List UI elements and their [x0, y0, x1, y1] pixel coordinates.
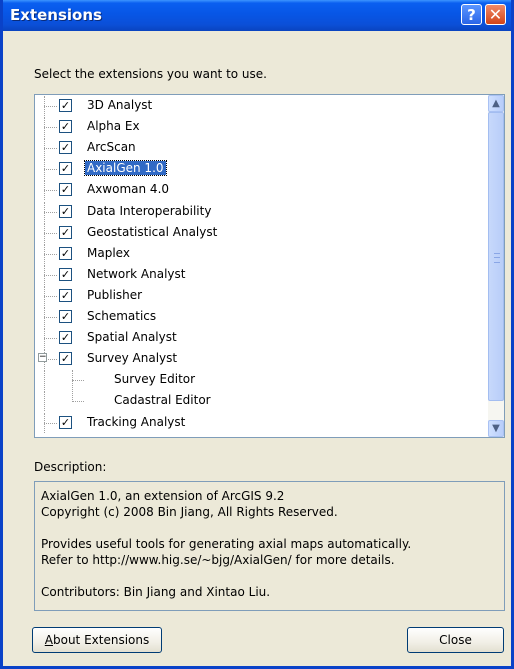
extension-label: Schematics: [87, 309, 157, 323]
extension-checkbox[interactable]: ✓: [59, 267, 72, 281]
extension-label: ArcScan: [87, 140, 136, 155]
scroll-down-icon[interactable]: ▼: [488, 420, 504, 437]
tree-line: [44, 232, 57, 234]
tree-line: [44, 317, 57, 318]
help-icon[interactable]: ?: [461, 4, 482, 25]
extension-label: Tracking Analyst: [87, 414, 186, 429]
extension-label: Network Analyst: [87, 266, 186, 281]
extension-checkbox[interactable]: ✓: [59, 141, 72, 155]
list-item[interactable]: ✓ Publisher: [35, 285, 495, 306]
tree-line: [44, 169, 57, 171]
tree-line: [44, 422, 57, 424]
extension-checkbox[interactable]: ✓: [59, 415, 72, 429]
extension-checkbox[interactable]: ✓: [59, 99, 72, 112]
list-item[interactable]: ✓ Geostatistical Analyst: [35, 222, 495, 243]
scroll-up-icon[interactable]: ▲: [488, 95, 504, 112]
collapse-icon[interactable]: −: [38, 353, 47, 363]
extension-label: Publisher: [87, 287, 143, 302]
tree-line: [44, 391, 45, 412]
description-line: [41, 568, 498, 584]
scroll-thumb[interactable]: [488, 112, 504, 401]
list-item[interactable]: ✓ Maplex: [35, 243, 495, 264]
extension-label: 3D Analyst: [87, 98, 153, 112]
extension-label: Geostatistical Analyst: [87, 224, 218, 239]
extension-label: Spatial Analyst: [87, 330, 177, 345]
extension-checkbox[interactable]: ✓: [59, 246, 72, 260]
list-item[interactable]: ✓ Data Interoperability: [35, 201, 495, 222]
extension-label: Alpha Ex: [87, 119, 140, 134]
description-label: Description:: [34, 460, 107, 474]
extension-checkbox[interactable]: ✓: [59, 183, 72, 197]
title-bar: Extensions ? ✕: [3, 0, 511, 31]
tree-line: [44, 106, 57, 107]
extension-label: Axwoman 4.0: [87, 182, 170, 197]
about-extensions-button[interactable]: About Extensions: [32, 627, 162, 653]
extension-checkbox[interactable]: ✓: [59, 331, 72, 345]
extension-checkbox[interactable]: ✓: [59, 288, 72, 302]
list-item[interactable]: ✓ Schematics: [35, 307, 495, 327]
tree-line: [72, 380, 84, 382]
list-item[interactable]: ✓ Axwoman 4.0: [35, 180, 495, 201]
description-line: Refer to http://www.hig.se/~bjg/AxialGen…: [41, 553, 395, 567]
description-line: Contributors: Bin Jiang and Xintao Liu.: [41, 585, 271, 599]
tree-line: [44, 211, 57, 213]
list-item[interactable]: Survey Editor: [35, 370, 495, 391]
extension-label: Cadastral Editor: [114, 393, 211, 408]
tree-line: [72, 401, 84, 403]
tree-line: [44, 190, 57, 192]
tree-line: [44, 148, 57, 150]
grip-icon: [494, 253, 500, 263]
description-line: Copyright (c) 2008 Bin Jiang, All Rights…: [41, 505, 338, 519]
description-line: [41, 520, 498, 536]
tree-line: [44, 274, 57, 276]
extension-checkbox[interactable]: ✓: [59, 225, 72, 239]
about-mnemonic: A: [44, 633, 53, 647]
extension-label: Data Interoperability: [87, 203, 212, 218]
extension-label: Maplex: [87, 245, 130, 260]
extensions-dialog: Extensions ? ✕ Select the extensions you…: [0, 0, 514, 669]
close-icon[interactable]: ✕: [485, 4, 506, 25]
description-box: AxialGen 1.0, an extension of ArcGIS 9.2…: [34, 481, 505, 611]
list-item[interactable]: ✓ Network Analyst: [35, 264, 495, 285]
tree-line: [44, 253, 57, 255]
description-line: AxialGen 1.0, an extension of ArcGIS 9.2: [41, 489, 285, 503]
prompt-label: Select the extensions you want to use.: [34, 67, 267, 81]
list-item[interactable]: ✓ 3D Analyst: [35, 96, 495, 116]
extension-checkbox[interactable]: ✓: [59, 204, 72, 218]
list-item[interactable]: ✓ Tracking Analyst: [35, 412, 495, 433]
extension-checkbox[interactable]: ✓: [59, 162, 72, 176]
list-item[interactable]: ✓ AxialGen 1.0: [35, 159, 495, 180]
list-item[interactable]: Cadastral Editor: [35, 391, 495, 412]
tree-line: [44, 295, 57, 297]
extension-label: AxialGen 1.0: [84, 160, 167, 177]
extension-checkbox[interactable]: ✓: [59, 352, 72, 366]
extension-checkbox[interactable]: ✓: [59, 310, 72, 323]
list-item[interactable]: ✓ ArcScan: [35, 138, 495, 159]
list-item[interactable]: ✓ Alpha Ex: [35, 117, 495, 138]
tree-line: [44, 338, 57, 340]
vertical-scrollbar[interactable]: ▲ ▼: [488, 95, 504, 437]
extension-checkbox[interactable]: ✓: [59, 120, 72, 134]
about-label: bout Extensions: [52, 633, 150, 647]
extension-label: Survey Analyst: [87, 351, 178, 366]
list-item[interactable]: − ✓ Survey Analyst: [35, 349, 495, 370]
window-title: Extensions: [10, 6, 102, 24]
close-button[interactable]: Close: [407, 627, 504, 653]
description-line: Provides useful tools for generating axi…: [41, 537, 412, 551]
tree-line: [44, 370, 45, 391]
tree-line: [44, 127, 57, 129]
extension-label: Survey Editor: [114, 372, 196, 387]
list-item[interactable]: ✓ Spatial Analyst: [35, 328, 495, 349]
extensions-list[interactable]: ✓ 3D Analyst ✓ Alpha Ex ✓ ArcScan ✓ AxialGen 1.…: [34, 94, 505, 438]
